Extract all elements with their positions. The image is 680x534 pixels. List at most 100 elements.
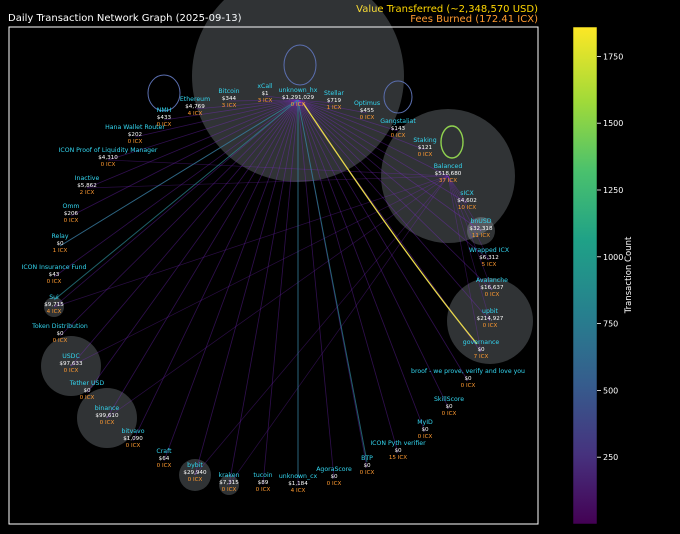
node-wrapped-icx[interactable]: Wrapped ICX$6,3125 ICX bbox=[469, 247, 510, 268]
node-name: tucoin bbox=[253, 472, 272, 479]
node-fees: 0 ICX bbox=[188, 477, 203, 483]
node-value: $1,090 bbox=[123, 436, 143, 442]
node-name: kraken bbox=[218, 472, 239, 479]
node-name: bnUSD bbox=[470, 218, 491, 225]
colorbar-tick-label: 1250 bbox=[603, 186, 623, 195]
node-name: Sui bbox=[49, 294, 59, 301]
node-fees: 0 ICX bbox=[327, 481, 342, 487]
node-unknown-cx[interactable]: unknown_cx$1,1844 ICX bbox=[279, 473, 318, 494]
node-name: BTP bbox=[361, 455, 373, 462]
node-value: $0 bbox=[363, 463, 371, 469]
node-sui[interactable]: Sui$9,7154 ICX bbox=[44, 294, 64, 315]
node-name: unknown_cx bbox=[279, 473, 318, 480]
node-value: $719 bbox=[327, 98, 342, 104]
node-value: $202 bbox=[128, 132, 142, 138]
node-name: bitvavo bbox=[122, 428, 145, 435]
node-icon-pyth-verifier[interactable]: ICON Pyth verifier$015 ICX bbox=[370, 440, 426, 461]
colorbar-tick-label: 250 bbox=[603, 453, 618, 462]
node-fees: 10 ICX bbox=[458, 205, 476, 211]
node-value: $344 bbox=[222, 96, 237, 102]
node-fees: 0 ICX bbox=[291, 102, 306, 108]
node-value: $0 bbox=[421, 427, 429, 433]
node-fees: 15 ICX bbox=[389, 455, 407, 461]
node-fees: 1 ICX bbox=[327, 105, 342, 111]
node-craft[interactable]: Craft$640 ICX bbox=[156, 448, 172, 469]
node-name: bybit bbox=[187, 462, 203, 469]
node-name: Gangstaliat bbox=[380, 118, 416, 125]
node-value: $0 bbox=[56, 331, 64, 337]
node-agorascore[interactable]: AgoraScore$00 ICX bbox=[316, 466, 352, 487]
node-value: $0 bbox=[464, 376, 472, 382]
node-fees: 0 ICX bbox=[360, 115, 375, 121]
node-value: $1 bbox=[261, 91, 269, 97]
network-graph: Ethereum$4,7694 ICXBitcoin$3443 ICXxCall… bbox=[8, 0, 634, 525]
node-nmh[interactable]: NMH$4330 ICX bbox=[157, 107, 172, 128]
edge-unknown-hx-usdc bbox=[70, 99, 299, 367]
colorbar-label: Transaction Count bbox=[624, 236, 634, 314]
node-fees: 3 ICX bbox=[258, 98, 273, 104]
node-fees: 1 ICX bbox=[53, 248, 68, 254]
node-btp[interactable]: BTP$00 ICX bbox=[360, 455, 375, 476]
node-value: $214,927 bbox=[477, 316, 504, 322]
node-inactive[interactable]: Inactive$5,8622 ICX bbox=[75, 175, 100, 196]
node-fees: 2 ICX bbox=[80, 190, 95, 196]
node-value: $6,312 bbox=[479, 255, 499, 261]
colorbar-tick-label: 1500 bbox=[603, 119, 623, 128]
node-value: $0 bbox=[56, 241, 64, 247]
node-fees: 4 ICX bbox=[188, 111, 203, 117]
node-name: ICON Pyth verifier bbox=[370, 440, 426, 447]
node-myid[interactable]: MyID$00 ICX bbox=[417, 419, 433, 440]
node-name: xCall bbox=[257, 83, 272, 90]
node-fees: 3 ICX bbox=[222, 103, 237, 109]
node-omm[interactable]: Omm$2060 ICX bbox=[63, 203, 80, 224]
node-value: $32,318 bbox=[469, 226, 493, 232]
colorbar-tick-label: 750 bbox=[603, 320, 618, 329]
node-value: $4,769 bbox=[185, 104, 205, 110]
node-name: AgoraScore bbox=[316, 466, 352, 473]
node-fees: 0 ICX bbox=[126, 443, 141, 449]
node-fees: 4 ICX bbox=[291, 488, 306, 494]
node-name: Omm bbox=[63, 203, 80, 210]
node-bitvavo[interactable]: bitvavo$1,0900 ICX bbox=[122, 428, 145, 449]
node-value: $16,637 bbox=[480, 285, 504, 291]
node-value: $4,310 bbox=[98, 155, 118, 161]
node-fees: 0 ICX bbox=[222, 487, 237, 493]
node-value: $64 bbox=[159, 456, 170, 462]
node-name: NMH bbox=[157, 107, 172, 114]
node-value: $143 bbox=[391, 126, 406, 132]
node-name: sICX bbox=[460, 190, 474, 197]
node-fees: 0 ICX bbox=[47, 279, 62, 285]
node-value: $433 bbox=[157, 115, 172, 121]
colorbar-tick-label: 1000 bbox=[603, 253, 623, 262]
node-value: $455 bbox=[360, 108, 375, 114]
node-fees: 0 ICX bbox=[101, 162, 116, 168]
node-fees: 0 ICX bbox=[53, 338, 68, 344]
node-fees: 0 ICX bbox=[157, 463, 172, 469]
node-name: ICON Insurance Fund bbox=[22, 264, 87, 271]
node-value: $0 bbox=[330, 474, 338, 480]
node-relay[interactable]: Relay$01 ICX bbox=[52, 233, 69, 254]
edge-balanced-kraken bbox=[228, 175, 449, 486]
node-value: $7,315 bbox=[219, 480, 239, 486]
node-name: upbit bbox=[482, 308, 498, 315]
node-fees: 0 ICX bbox=[157, 122, 172, 128]
node-tucoin[interactable]: tucoin$890 ICX bbox=[253, 472, 272, 493]
node-value: $1,184 bbox=[288, 481, 308, 487]
node-broof-we-prove-verify-and-love-you[interactable]: broof - we prove, verify and love you$00… bbox=[411, 368, 525, 389]
node-value: $5,862 bbox=[77, 183, 97, 189]
node-name: binance bbox=[95, 405, 120, 412]
node-value: $9,715 bbox=[44, 302, 64, 308]
node-name: ICON Proof of Liquidity Manager bbox=[59, 147, 158, 154]
node-name: governance bbox=[463, 339, 500, 346]
node-name: Inactive bbox=[75, 175, 100, 182]
node-value: $0 bbox=[83, 388, 91, 394]
node-bnusd[interactable]: bnUSD$32,31811 ICX bbox=[469, 218, 493, 239]
edge-unknown-hx-sui bbox=[53, 99, 299, 308]
edge-balanced-sui bbox=[53, 175, 449, 308]
node-skillscore[interactable]: SkillScore$00 ICX bbox=[434, 396, 464, 417]
node-name: Staking bbox=[413, 137, 436, 144]
node-value: $0 bbox=[445, 404, 453, 410]
node-name: Bitcoin bbox=[218, 88, 239, 95]
node-fees: 11 ICX bbox=[472, 233, 490, 239]
node-value: $29,940 bbox=[183, 470, 207, 476]
